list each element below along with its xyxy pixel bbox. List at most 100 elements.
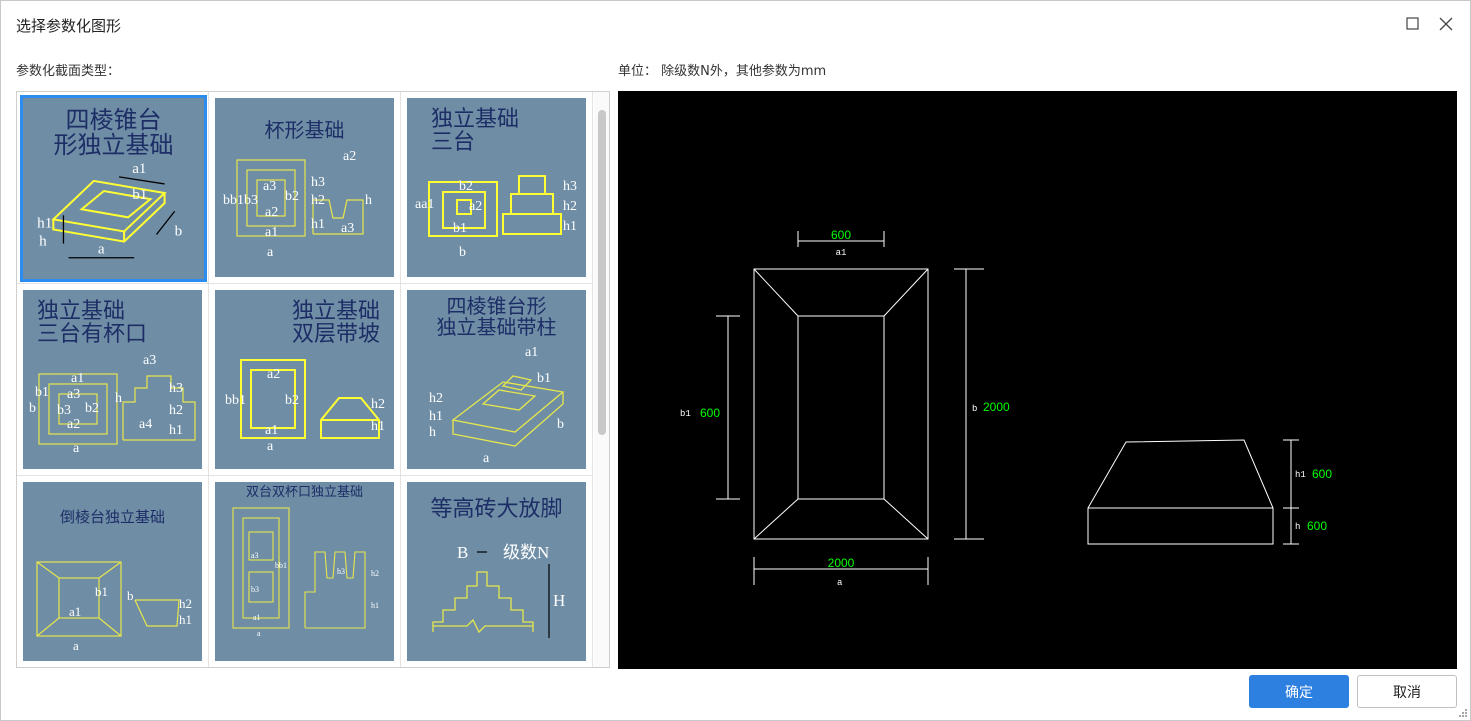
- dim-label: h2: [311, 193, 325, 208]
- dim-label: a3: [143, 353, 156, 368]
- section-type-gallery[interactable]: 四棱锥台 形独立基础 a1 b1 h1 h a b 杯形基础 a2 h3 a3 …: [16, 91, 610, 668]
- dim-label: h1: [311, 217, 325, 232]
- dim-h1-name: h1: [1295, 470, 1306, 480]
- dim-label: h1: [371, 419, 385, 434]
- dim-label: b1: [453, 221, 467, 236]
- dim-label: h: [115, 391, 122, 406]
- dim-label: a2: [267, 367, 280, 382]
- dim-label: b1: [95, 584, 108, 599]
- dim-label: h3: [563, 179, 577, 194]
- dim-label: h2: [169, 403, 183, 418]
- frustum-column-diagram: a1 b1 h2 h1 h b a: [429, 345, 565, 466]
- maximize-button[interactable]: [1402, 13, 1424, 35]
- double-cup-diagram: a3 h3 b3 a1 h2 h1 a bb1: [232, 507, 379, 638]
- gallery-item-cup-foundation[interactable]: 杯形基础 a2 h3 a3 b2 h2 bb1b3 a2 h a1 h1 a3 …: [209, 92, 401, 284]
- dim-label: a2: [265, 205, 278, 220]
- gallery-item-three-tier-foundation[interactable]: 独立基础 三台 b2 aa1 a2 h3 h2 b1 h1 b: [401, 92, 593, 284]
- dim-a-name: a: [837, 578, 843, 588]
- scrollbar-thumb[interactable]: [598, 110, 606, 435]
- gallery-item-frustum-with-column[interactable]: 四棱锥台形 独立基础带柱 a1 b1 h2 h1 h b a: [401, 284, 593, 476]
- dim-label: a1: [253, 613, 261, 622]
- dim-label: a3: [251, 551, 259, 560]
- double-layer-slope-diagram: a2 bb1 b2 h2 a1 h1 a: [225, 359, 385, 454]
- dim-label: b1: [537, 371, 551, 386]
- dim-label: h2: [563, 199, 577, 214]
- dim-label: h1: [563, 219, 577, 234]
- frustum-diagram: a1 b1 h1 h a b: [37, 160, 183, 259]
- dim-label: a: [73, 441, 80, 456]
- dialog-title: 选择参数化图形: [16, 17, 122, 35]
- gallery-item-three-tier-with-cup[interactable]: 独立基础 三台有杯口 a3 a1 b1 a3 b b3 b2 h h3 h2 a…: [17, 284, 209, 476]
- preview-drawing: 600 a1 b1 600 b 2000 2000 a h1 600 h 600: [680, 228, 1332, 588]
- dim-label: bb1: [225, 393, 246, 408]
- dim-label: h1: [179, 612, 192, 627]
- brick-footing-diagram: B 级数N H: [432, 543, 565, 638]
- thumbnail: 杯形基础 a2 h3 a3 b2 h2 bb1b3 a2 h a1 h1 a3 …: [215, 98, 394, 277]
- dim-label: b: [459, 245, 466, 260]
- thumbnail: 独立基础 三台有杯口 a3 a1 b1 a3 b b3 b2 h h3 h2 a…: [23, 290, 202, 469]
- gallery-item-double-cup-foundation[interactable]: 双台双杯口独立基础 a3 h3 b3 a1 h2 h1 a bb1: [209, 476, 401, 667]
- dim-a1-value: 600: [831, 228, 851, 242]
- unit-note: 单位： 除级数N外，其他参数为mm: [618, 64, 827, 79]
- resize-grip-icon[interactable]: [1458, 708, 1468, 718]
- dim-label: b3: [57, 403, 71, 418]
- gallery-item-double-layer-slope[interactable]: 独立基础 双层带坡 a2 bb1 b2 h2 a1 h1 a: [209, 284, 401, 476]
- dim-label: a2: [469, 199, 482, 214]
- dim-label: b2: [285, 189, 299, 204]
- gallery-grid: 四棱锥台 形独立基础 a1 b1 h1 h a b 杯形基础 a2 h3 a3 …: [17, 92, 594, 667]
- thumbnail: 倒棱台独立基础 b1 b h2 a1 h1 a: [23, 482, 202, 661]
- dim-label: a1: [71, 371, 84, 386]
- inverted-frustum-diagram: b1 b h2 a1 h1 a: [36, 561, 192, 653]
- dim-label: aa1: [415, 197, 434, 212]
- gallery-item-brick-footing[interactable]: 等高砖大放脚 B 级数N H: [401, 476, 593, 667]
- thumbnail: 独立基础 双层带坡 a2 bb1 b2 h2 a1 h1 a: [215, 290, 394, 469]
- dim-h1-value: 600: [1312, 467, 1332, 481]
- dim-label: a: [267, 439, 274, 454]
- title-bar: 选择参数化图形: [1, 1, 1470, 49]
- dim-label: 级数N: [503, 543, 549, 562]
- dim-label: a4: [139, 417, 152, 432]
- dim-label: a2: [343, 149, 356, 164]
- dim-label: a1: [265, 225, 278, 240]
- dim-label: b1: [132, 186, 147, 203]
- dim-label: H: [553, 591, 565, 610]
- dim-a-value: 2000: [828, 556, 855, 570]
- dim-label: h2: [371, 397, 385, 412]
- dim-label: h2: [429, 391, 443, 406]
- dim-label: h3: [169, 381, 183, 396]
- three-tier-diagram: b2 aa1 a2 h3 h2 b1 h1 b: [415, 175, 577, 260]
- dim-label: a1: [265, 423, 278, 438]
- dim-label: a1: [132, 160, 146, 177]
- dim-label: h3: [311, 175, 325, 190]
- dim-label: B: [457, 543, 468, 562]
- dim-label: a: [483, 451, 490, 466]
- cup-foundation-diagram: a2 h3 a3 b2 h2 bb1b3 a2 h a1 h1 a3 a: [223, 149, 372, 260]
- thumbnail: 四棱锥台 形独立基础 a1 b1 h1 h a b: [20, 95, 207, 282]
- gallery-item-pyramid-frustum[interactable]: 四棱锥台 形独立基础 a1 b1 h1 h a b: [17, 92, 209, 284]
- dim-h-value: 600: [1307, 519, 1327, 533]
- dim-label: a1: [525, 345, 538, 360]
- thumbnail: 双台双杯口独立基础 a3 h3 b3 a1 h2 h1 a bb1: [215, 482, 394, 661]
- dim-label: a: [257, 629, 261, 638]
- close-button[interactable]: [1435, 13, 1457, 35]
- dim-label: a: [98, 241, 105, 258]
- dim-h-name: h: [1295, 522, 1300, 532]
- dim-b1-name: b1: [680, 409, 691, 419]
- thumbnail: 四棱锥台形 独立基础带柱 a1 b1 h2 h1 h b a: [407, 290, 586, 469]
- dim-label: b3: [251, 585, 259, 594]
- cancel-button[interactable]: 取消: [1357, 675, 1457, 708]
- dim-label: b2: [85, 401, 99, 416]
- dim-label: b2: [459, 179, 473, 194]
- dim-label: b: [175, 223, 183, 240]
- dim-label: a3: [341, 221, 354, 236]
- dim-label: h2: [179, 596, 192, 611]
- dim-label: b1: [35, 385, 49, 400]
- dim-label: h1: [169, 423, 183, 438]
- section-type-label: 参数化截面类型：: [16, 64, 121, 79]
- dim-label: bb1b3: [223, 193, 258, 208]
- ok-button[interactable]: 确定: [1249, 675, 1349, 708]
- gallery-item-inverted-frustum[interactable]: 倒棱台独立基础 b1 b h2 a1 h1 a: [17, 476, 209, 667]
- dim-label: a: [73, 638, 79, 653]
- dim-label: b: [557, 417, 564, 432]
- gallery-scrollbar[interactable]: [594, 92, 609, 667]
